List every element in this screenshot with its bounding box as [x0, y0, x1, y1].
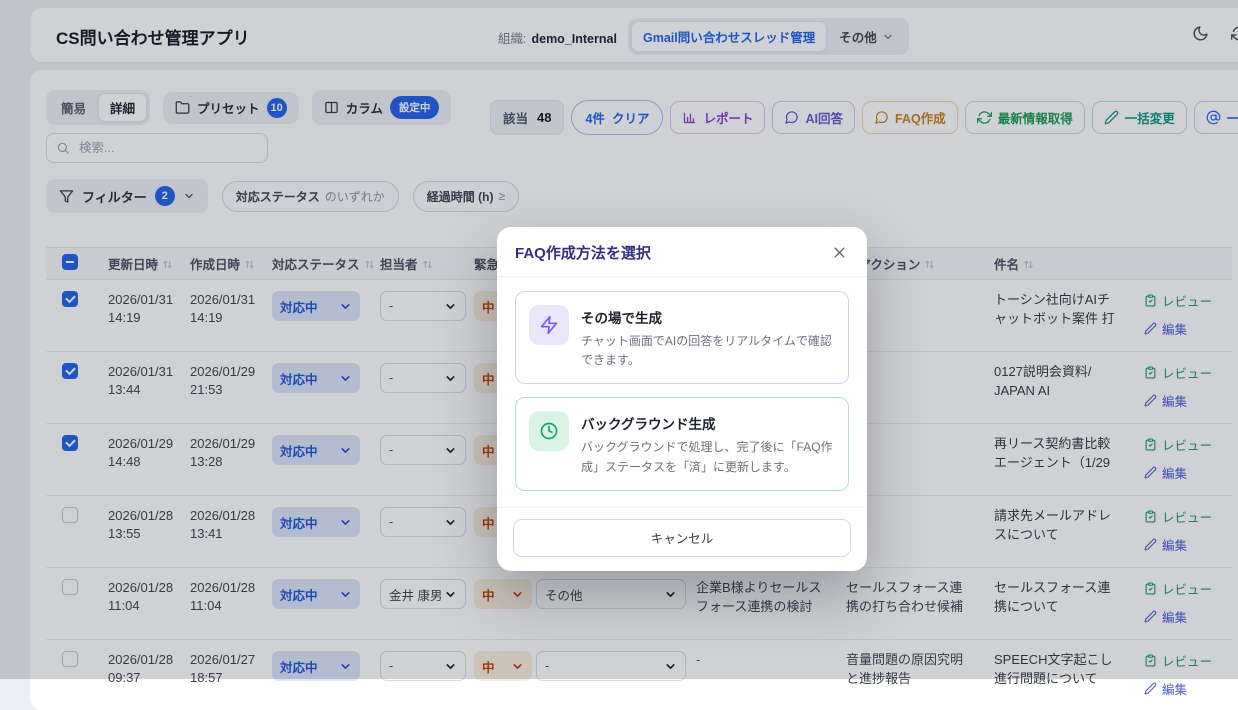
option-generate-now[interactable]: その場で生成 チャット画面でAIの回答をリアルタイムで確認できます。 [515, 291, 849, 384]
faq-method-modal: FAQ作成方法を選択 その場で生成 チャット画面でAIの回答をリアルタイムで確認… [497, 227, 867, 571]
edit-button[interactable]: 編集 [1144, 679, 1187, 698]
modal-footer: キャンセル [497, 507, 867, 571]
option-desc: チャット画面でAIの回答をリアルタイムで確認できます。 [581, 332, 835, 370]
option-title: その場で生成 [581, 307, 835, 327]
modal-close-button[interactable] [830, 243, 849, 262]
modal-title: FAQ作成方法を選択 [515, 242, 651, 263]
pencil-icon [1144, 682, 1157, 695]
cancel-button[interactable]: キャンセル [513, 519, 851, 557]
option-desc: バックグラウンドで処理し、完了後に「FAQ作成」ステータスを「済」に更新します。 [581, 438, 835, 476]
modal-body: その場で生成 チャット画面でAIの回答をリアルタイムで確認できます。 バックグラ… [497, 277, 867, 507]
modal-header: FAQ作成方法を選択 [497, 227, 867, 277]
clock-icon [529, 411, 569, 451]
edit-label: 編集 [1162, 679, 1187, 698]
bolt-icon [529, 305, 569, 345]
x-icon [832, 245, 847, 260]
option-generate-background[interactable]: バックグラウンド生成 バックグラウンドで処理し、完了後に「FAQ作成」ステータス… [515, 397, 849, 490]
option-title: バックグラウンド生成 [581, 413, 835, 433]
